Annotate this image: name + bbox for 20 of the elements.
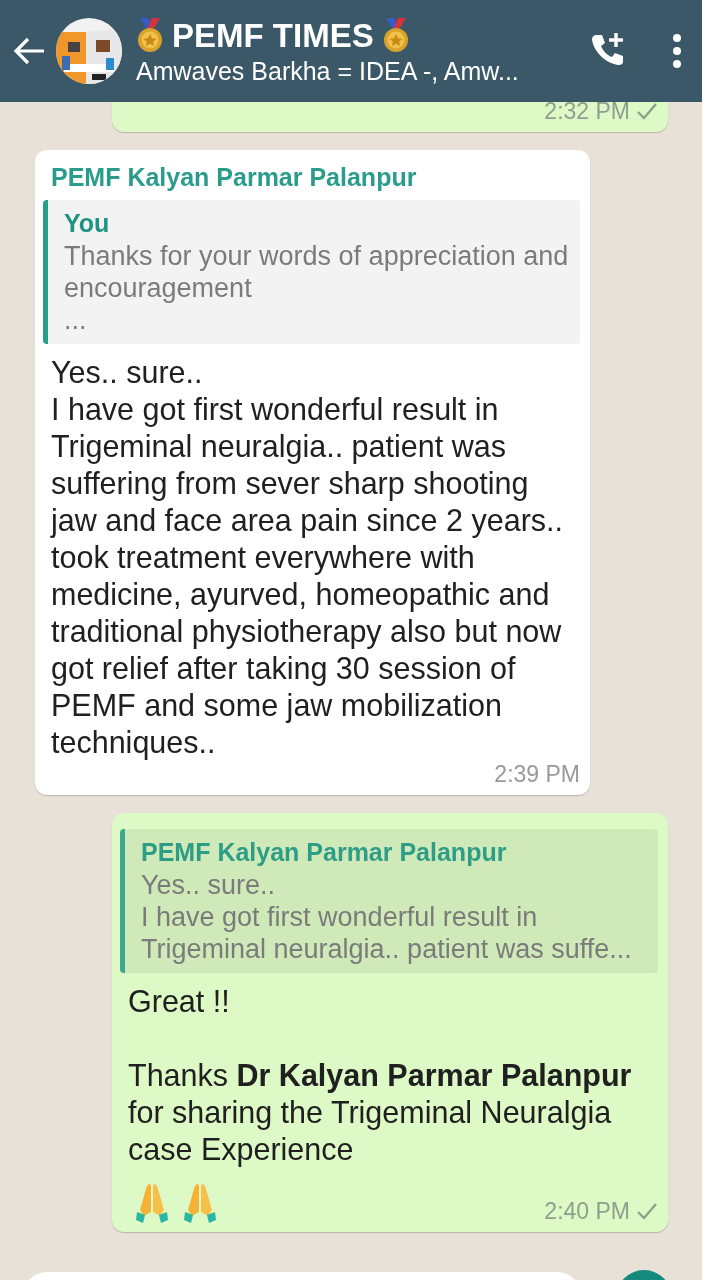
quoted-author: You [64, 208, 111, 239]
message-text: Great !! Thanks Dr Kalyan Parmar Palanpur for sharing the Trigeminal Neuralgia case Experience [127, 983, 633, 1168]
more-options-icon[interactable] [672, 34, 682, 68]
message-time: 2:40 PM [544, 1198, 630, 1224]
medal-icon [381, 18, 410, 54]
medal-icon [136, 18, 164, 54]
message-time: 2:32 PM [544, 102, 630, 124]
message-time: 2:39 PM [494, 761, 580, 787]
group-members: Amwaves Barkha = IDEA -, Amw... [136, 56, 520, 86]
sender-name: PEMF Kalyan Parmar Palanpur [50, 162, 418, 193]
quoted-text: Yes.. sure.. I have got first wonderful result in Trigeminal neuralgia.. patient was suffe... [141, 869, 633, 965]
message-text: Yes.. sure.. I have got first wonderful result in Trigeminal neuralgia.. patient was suffering from sever sharp shooting jaw and face area pain since 2 years.. took treatment everywhere with medicine, ayurved, homeopathic and traditional physiotherapy also but now got relief after taking 30 session of PEMF and some jaw mobilization techniques.. [49, 354, 565, 761]
praying-hands-icon [182, 1182, 218, 1224]
back-arrow-icon[interactable] [12, 36, 46, 66]
quoted-message[interactable]: You Thanks for your words of appreciation and encouragement ... [43, 200, 580, 344]
group-title: PEMF TIMES [172, 16, 374, 56]
quoted-message[interactable]: PEMF Kalyan Parmar Palanpur Yes.. sure.. I have got first wonderful result in Trigeminal neuralgia.. patient was suffe... [120, 829, 658, 973]
quoted-author: PEMF Kalyan Parmar Palanpur [141, 837, 508, 868]
quoted-text: Thanks for your words of appreciation and encouragement ... [64, 240, 570, 336]
praying-hands-icon [134, 1182, 170, 1224]
